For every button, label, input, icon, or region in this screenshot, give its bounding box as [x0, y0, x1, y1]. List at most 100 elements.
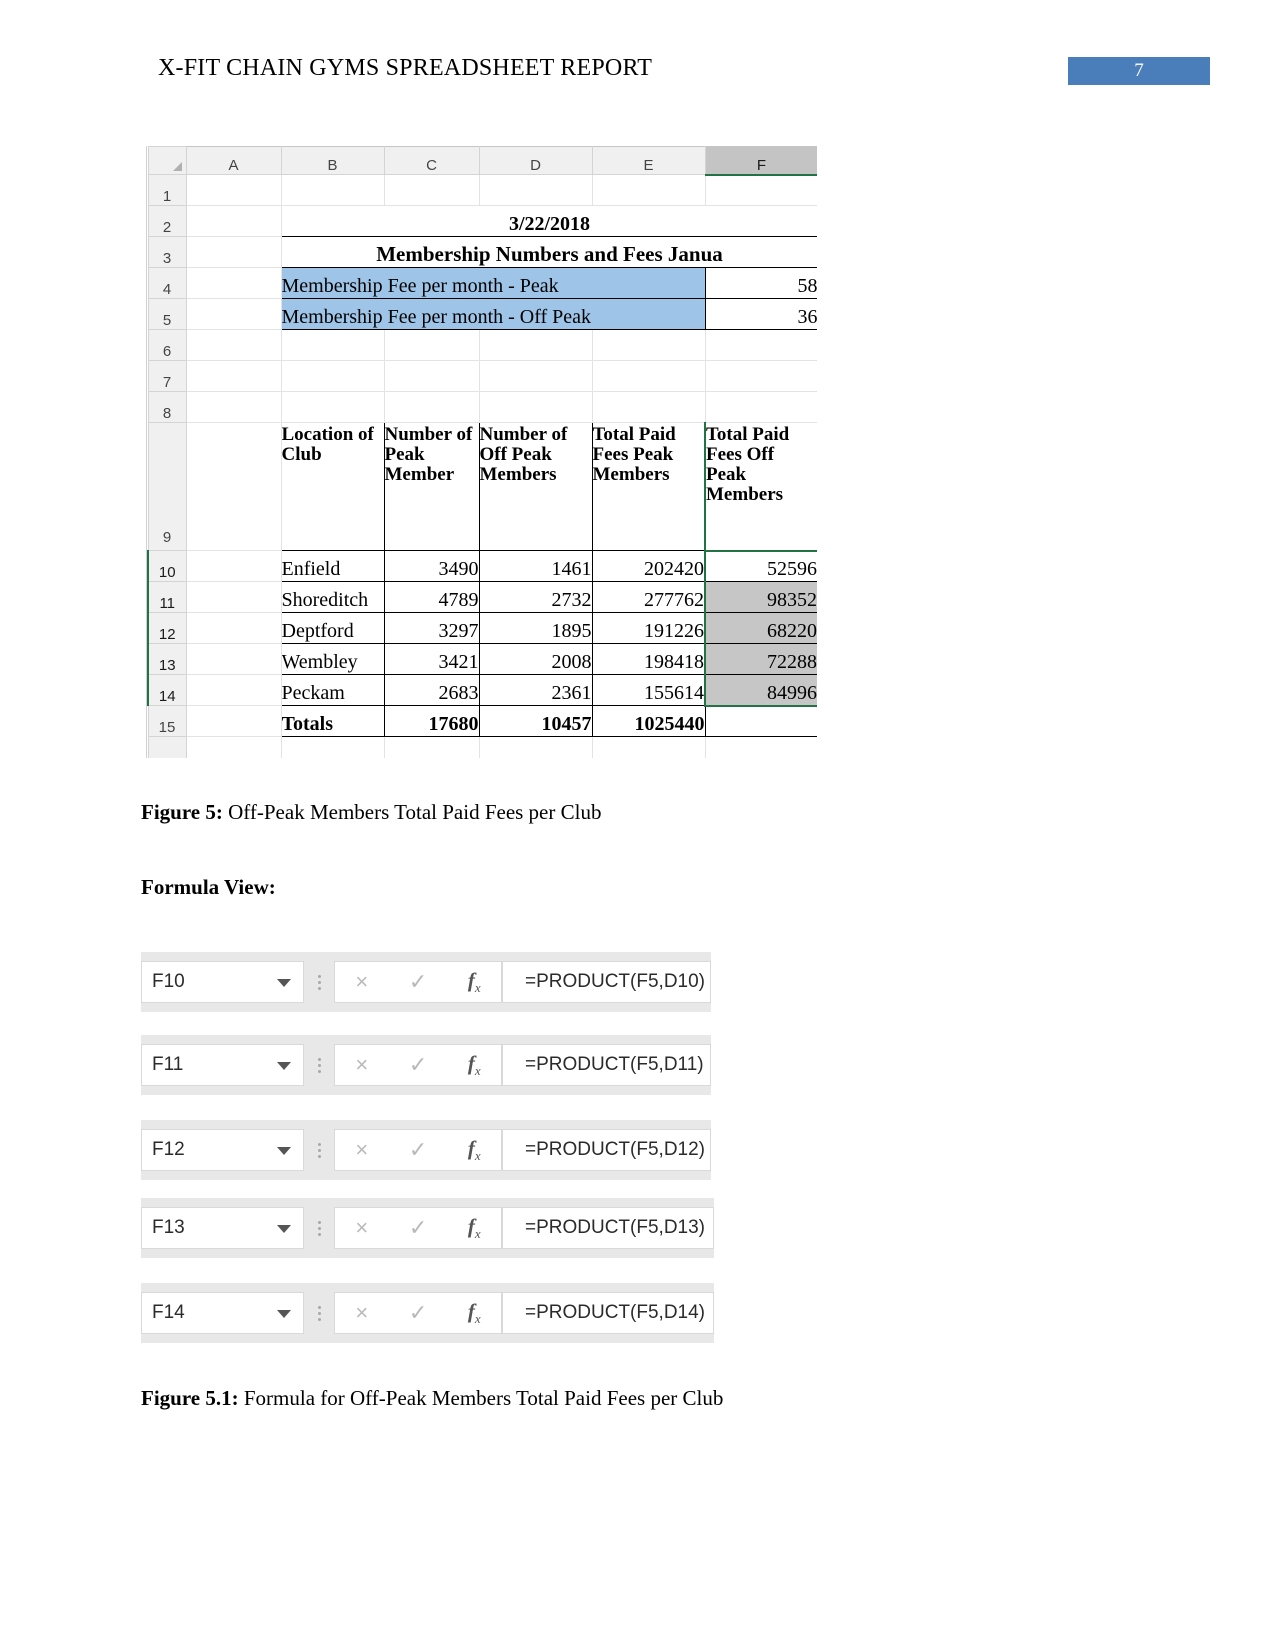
name-box-f13[interactable]: F13	[141, 1207, 304, 1249]
row-header-8[interactable]: 8	[147, 391, 187, 423]
more-options-icon[interactable]	[304, 1142, 334, 1158]
cell-fees-offpeak-deptford[interactable]: 68220	[704, 612, 817, 644]
cell-totals-offpeak[interactable]: 10457	[478, 705, 593, 737]
cancel-icon[interactable]: ×	[355, 1217, 368, 1239]
cell-d16[interactable]	[479, 736, 593, 758]
cell-a13[interactable]	[186, 643, 282, 675]
chevron-down-icon[interactable]	[277, 1062, 291, 1070]
cell-f16[interactable]	[705, 736, 817, 758]
column-header-d[interactable]: D	[478, 146, 593, 175]
row-header-16[interactable]	[147, 736, 187, 758]
row-header-10[interactable]: 10	[147, 550, 187, 582]
formula-input-f11[interactable]: =PRODUCT(F5,D11)	[502, 1044, 711, 1086]
cell-fees-offpeak-shoreditch[interactable]: 98352	[704, 581, 817, 613]
row-header-5[interactable]: 5	[147, 298, 187, 330]
cell-a7[interactable]	[186, 360, 282, 392]
cell-a1[interactable]	[186, 174, 282, 206]
cell-d7[interactable]	[479, 360, 593, 392]
cell-offpeak-enfield[interactable]: 1461	[478, 550, 593, 582]
cell-fee-peak-value[interactable]: 58	[704, 267, 817, 299]
cell-fees-offpeak-peckam[interactable]: 84996	[704, 674, 817, 707]
cell-location-peckam[interactable]: Peckam	[280, 674, 385, 706]
cell-location-shoreditch[interactable]: Shoreditch	[280, 581, 385, 613]
cell-totals-peak[interactable]: 17680	[383, 705, 480, 737]
cell-a9[interactable]	[186, 422, 282, 551]
cell-peak-peckam[interactable]: 2683	[383, 674, 480, 706]
cell-offpeak-peckam[interactable]: 2361	[478, 674, 593, 706]
enter-icon[interactable]: ✓	[409, 1139, 427, 1161]
cell-fees-offpeak-wembley[interactable]: 72288	[704, 643, 817, 675]
cell-fee-peak-label[interactable]: Membership Fee per month - Peak	[280, 267, 706, 299]
cell-c1[interactable]	[384, 174, 480, 206]
column-header-f[interactable]: F	[704, 146, 817, 176]
insert-function-icon[interactable]: fx	[468, 1051, 481, 1079]
row-header-11[interactable]: 11	[147, 581, 187, 613]
cell-location-deptford[interactable]: Deptford	[280, 612, 385, 644]
row-header-3[interactable]: 3	[147, 236, 187, 268]
enter-icon[interactable]: ✓	[409, 1054, 427, 1076]
cell-location-enfield[interactable]: Enfield	[280, 550, 385, 582]
cell-fees-peak-wembley[interactable]: 198418	[591, 643, 706, 675]
formula-input-f10[interactable]: =PRODUCT(F5,D10)	[502, 961, 711, 1003]
cell-c16[interactable]	[384, 736, 480, 758]
cell-c7[interactable]	[384, 360, 480, 392]
formula-input-f14[interactable]: =PRODUCT(F5,D14)	[502, 1292, 714, 1334]
cell-e8[interactable]	[592, 391, 706, 423]
cell-d6[interactable]	[479, 329, 593, 361]
header-total-paid-fees-offpeak[interactable]: Total Paid Fees Off Peak Members	[704, 422, 817, 551]
cell-fee-offpeak-value[interactable]: 36	[704, 298, 817, 330]
row-header-1[interactable]: 1	[147, 174, 187, 206]
row-header-14[interactable]: 14	[147, 674, 187, 706]
formula-input-f12[interactable]: =PRODUCT(F5,D12)	[502, 1129, 711, 1171]
row-header-7[interactable]: 7	[147, 360, 187, 392]
cell-offpeak-wembley[interactable]: 2008	[478, 643, 593, 675]
cancel-icon[interactable]: ×	[355, 971, 368, 993]
cell-peak-shoreditch[interactable]: 4789	[383, 581, 480, 613]
cancel-icon[interactable]: ×	[355, 1054, 368, 1076]
row-header-12[interactable]: 12	[147, 612, 187, 644]
cell-f6[interactable]	[705, 329, 817, 361]
insert-function-icon[interactable]: fx	[468, 1136, 481, 1164]
cell-a5[interactable]	[186, 298, 282, 330]
chevron-down-icon[interactable]	[277, 1310, 291, 1318]
row-header-4[interactable]: 4	[147, 267, 187, 299]
cell-e6[interactable]	[592, 329, 706, 361]
chevron-down-icon[interactable]	[277, 979, 291, 987]
cell-b16[interactable]	[281, 736, 385, 758]
header-number-peak-members[interactable]: Number of Peak Member	[383, 422, 480, 551]
enter-icon[interactable]: ✓	[409, 1217, 427, 1239]
cell-peak-deptford[interactable]: 3297	[383, 612, 480, 644]
row-header-13[interactable]: 13	[147, 643, 187, 675]
column-header-e[interactable]: E	[591, 146, 706, 175]
column-header-b[interactable]: B	[280, 146, 385, 175]
row-header-6[interactable]: 6	[147, 329, 187, 361]
more-options-icon[interactable]	[304, 974, 334, 990]
more-options-icon[interactable]	[304, 1220, 334, 1236]
enter-icon[interactable]: ✓	[409, 1302, 427, 1324]
cell-a8[interactable]	[186, 391, 282, 423]
cell-totals-fees-offpeak[interactable]	[704, 705, 817, 737]
cell-fees-peak-shoreditch[interactable]: 277762	[591, 581, 706, 613]
cell-fees-peak-enfield[interactable]: 202420	[591, 550, 706, 582]
header-total-paid-fees-peak[interactable]: Total Paid Fees Peak Members	[591, 422, 706, 551]
column-header-c[interactable]: C	[383, 146, 480, 175]
cell-e16[interactable]	[592, 736, 706, 758]
cell-offpeak-shoreditch[interactable]: 2732	[478, 581, 593, 613]
cell-a11[interactable]	[186, 581, 282, 613]
name-box-f10[interactable]: F10	[141, 961, 304, 1003]
cell-b8[interactable]	[281, 391, 385, 423]
cell-totals-label[interactable]: Totals	[280, 705, 385, 737]
cell-a12[interactable]	[186, 612, 282, 644]
cell-b1[interactable]	[281, 174, 385, 206]
header-number-offpeak-members[interactable]: Number of Off Peak Members	[478, 422, 593, 551]
row-header-9[interactable]: 9	[147, 422, 187, 551]
enter-icon[interactable]: ✓	[409, 971, 427, 993]
cell-a4[interactable]	[186, 267, 282, 299]
cell-f7[interactable]	[705, 360, 817, 392]
chevron-down-icon[interactable]	[277, 1225, 291, 1233]
header-location-of-club[interactable]: Location of Club	[280, 422, 385, 551]
insert-function-icon[interactable]: fx	[468, 1214, 481, 1242]
row-header-15[interactable]: 15	[147, 705, 187, 737]
cell-d1[interactable]	[479, 174, 593, 206]
insert-function-icon[interactable]: fx	[468, 968, 481, 996]
